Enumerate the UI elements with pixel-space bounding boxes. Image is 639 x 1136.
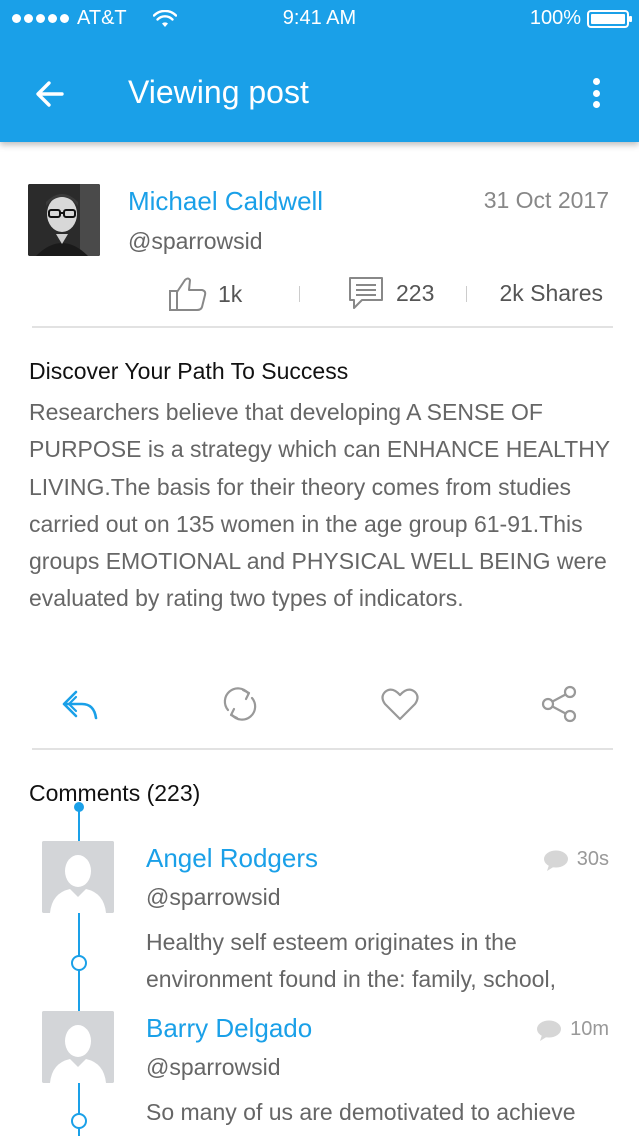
author-avatar[interactable] <box>28 184 100 256</box>
comments-stat[interactable]: 223 <box>348 276 434 310</box>
page-title: Viewing post <box>128 74 309 110</box>
divider <box>32 326 613 328</box>
shares-count[interactable]: 2k Shares <box>499 280 603 307</box>
timeline-node <box>71 955 87 971</box>
post-actions <box>0 684 639 732</box>
battery-percent: 100% <box>529 7 581 29</box>
post-date: 31 Oct 2017 <box>483 187 609 213</box>
post-title: Discover Your Path To Success <box>29 358 349 384</box>
comments-title: Comments (223) <box>29 780 201 806</box>
comment-time-label: 30s <box>576 848 609 870</box>
comment-text: So many of us are demotivated to achieve <box>146 1099 576 1125</box>
author-name[interactable]: Michael Caldwell <box>128 186 323 217</box>
thumbs-up-icon <box>169 277 207 311</box>
heart-icon[interactable] <box>380 684 420 724</box>
comment-author-handle: @sparrowsid <box>146 1054 281 1080</box>
comment-author-name[interactable]: Angel Rodgers <box>146 843 318 874</box>
post-body: Researchers believe that developing A SE… <box>29 399 610 612</box>
comment-author-handle: @sparrowsid <box>146 884 281 910</box>
status-bar: AT&T 9:41 AM 100% <box>0 0 639 38</box>
comment-avatar[interactable] <box>42 1011 114 1083</box>
timeline-start-dot <box>74 802 84 812</box>
comment-bubble-icon <box>537 1020 562 1041</box>
divider <box>32 748 613 750</box>
battery-icon <box>587 9 632 28</box>
likes-count: 1k <box>218 280 243 307</box>
comment-time-label: 10m <box>570 1018 609 1040</box>
post-stats: 1k 223 2k Shares <box>0 272 639 312</box>
more-vertical-icon[interactable] <box>591 78 601 108</box>
repost-icon[interactable] <box>220 684 260 724</box>
app-header: AT&T 9:41 AM 100% Viewing post <box>0 0 639 142</box>
back-arrow-icon[interactable] <box>32 76 68 112</box>
comment-icon <box>349 277 383 309</box>
timeline-node <box>71 1113 87 1129</box>
stat-separator <box>299 286 300 302</box>
author-handle: @sparrowsid <box>128 228 263 254</box>
comment-bubble-icon <box>543 850 568 871</box>
comments-count: 223 <box>396 279 435 306</box>
comment-avatar[interactable] <box>42 841 114 913</box>
share-icon[interactable] <box>540 684 580 724</box>
like-stat[interactable]: 1k <box>168 276 242 312</box>
reply-icon[interactable] <box>60 684 100 724</box>
comment-time: 30s <box>543 848 609 871</box>
comment-time: 10m <box>536 1018 609 1041</box>
stat-separator <box>466 286 467 302</box>
comment-author-name[interactable]: Barry Delgado <box>146 1013 312 1044</box>
comment-text: Healthy self esteem originates in the en… <box>146 929 556 992</box>
status-right: 100% <box>529 7 632 30</box>
